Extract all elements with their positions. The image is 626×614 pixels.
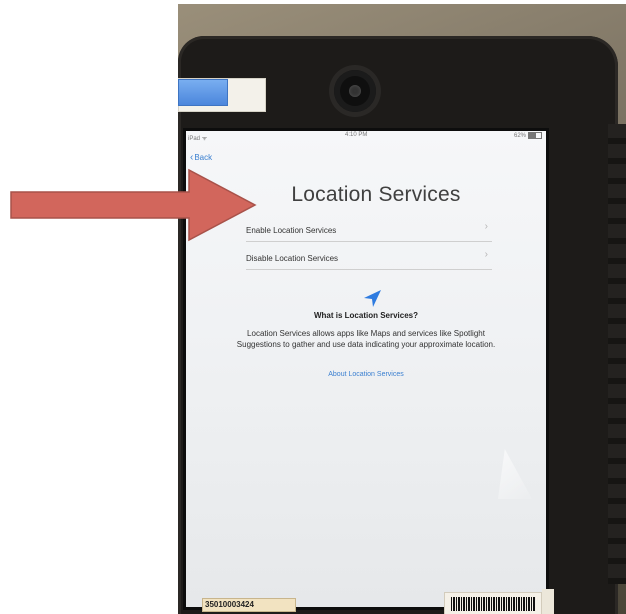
info-title: What is Location Services?	[313, 311, 419, 320]
back-label: Back	[194, 153, 213, 162]
info-body: Location Services allows apps like Maps …	[236, 329, 496, 349]
case-ridge	[608, 124, 626, 584]
about-location-services-link[interactable]: About Location Services	[286, 371, 446, 378]
disable-location-services-row[interactable]: Disable Location Services ›	[246, 243, 492, 270]
barcode-label	[444, 592, 542, 614]
battery-icon	[528, 132, 542, 139]
status-bar: iPad ᯤ 4:10 PM 62%	[186, 131, 546, 145]
blue-tape	[178, 79, 228, 106]
back-button[interactable]: ‹Back	[190, 152, 212, 163]
battery-status: 62%	[514, 132, 542, 139]
screen-glare	[498, 449, 532, 499]
barcode-lines	[451, 597, 535, 611]
status-time: 4:10 PM	[345, 132, 368, 138]
pointer-arrow-icon	[10, 168, 257, 242]
chevron-right-icon: ›	[484, 249, 488, 260]
enable-location-services-row[interactable]: Enable Location Services ›	[246, 215, 492, 242]
label-strip	[542, 589, 554, 614]
location-arrow-icon	[364, 290, 381, 307]
option-label: Enable Location Services	[246, 226, 337, 235]
chevron-right-icon: ›	[484, 221, 488, 232]
option-label: Disable Location Services	[246, 254, 339, 263]
ipad-photo: iPad ᯤ 4:10 PM 62% ‹Back Location Servic…	[178, 4, 626, 614]
carrier-label: iPad ᯤ	[188, 136, 208, 142]
page-title: Location Services	[291, 183, 461, 206]
chevron-left-icon: ‹	[190, 152, 194, 163]
asset-tag: 35010003424	[202, 598, 296, 612]
camera-lens	[349, 85, 361, 97]
wifi-icon: ᯤ	[201, 136, 208, 142]
